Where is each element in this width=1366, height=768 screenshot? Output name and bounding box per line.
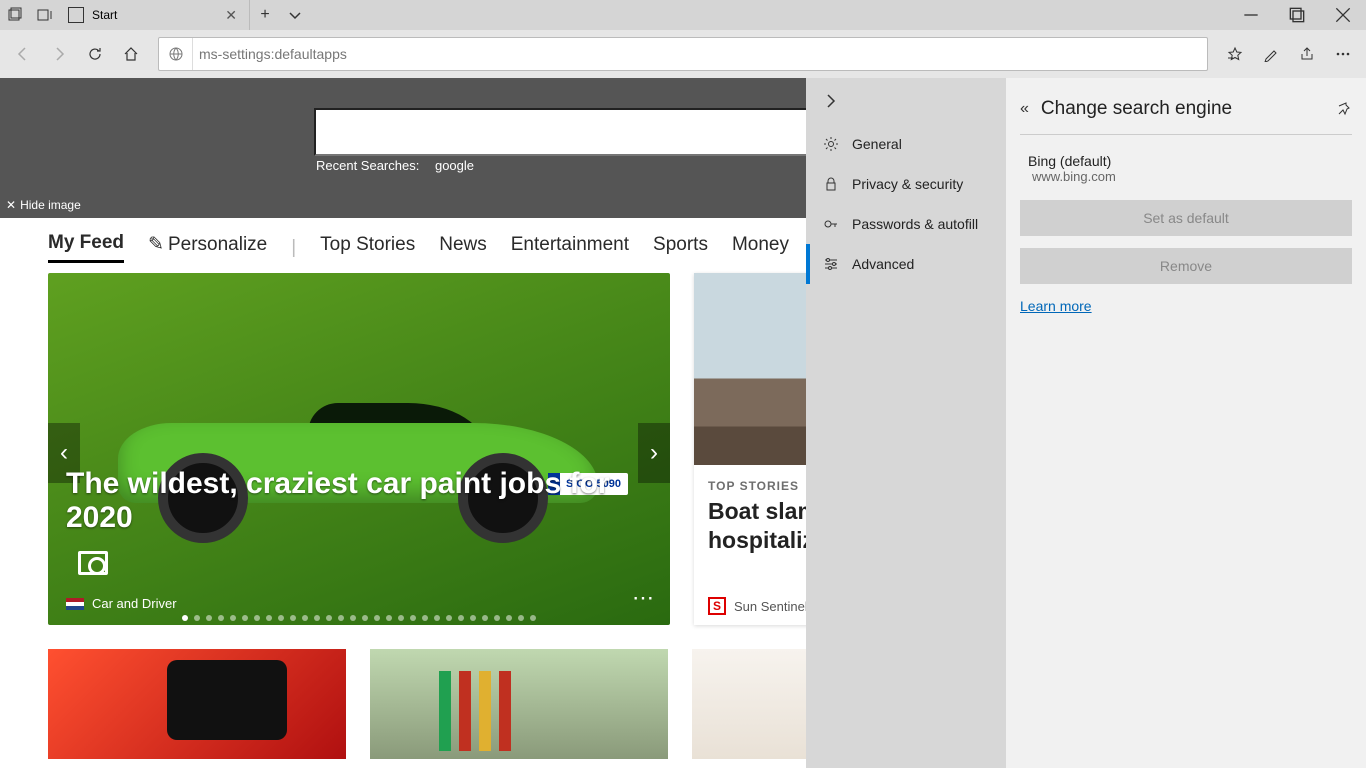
feature-headline: The wildest, craziest car paint jobs for…: [66, 467, 670, 535]
feature-card[interactable]: S GO 5090 ‹ › The wildest, craziest car …: [48, 273, 670, 625]
settings-item-passwords[interactable]: Passwords & autofill: [806, 204, 1006, 244]
source-icon: S: [708, 597, 726, 615]
favorites-button[interactable]: [1218, 37, 1252, 71]
toolbar: ms-settings:defaultapps: [0, 30, 1366, 78]
thumb-card[interactable]: [48, 649, 346, 759]
pencil-icon: ✎: [148, 234, 164, 255]
settings-detail-panel: « Change search engine Bing (default) ww…: [1006, 78, 1366, 768]
recent-label: Recent Searches:: [316, 158, 419, 173]
nav-separator: |: [291, 237, 296, 259]
titlebar: Start ✕ +: [0, 0, 1366, 30]
key-icon: [822, 216, 840, 232]
new-tab-button[interactable]: +: [250, 0, 280, 30]
lock-icon: [822, 176, 840, 192]
share-button[interactable]: [1290, 37, 1324, 71]
site-info-icon[interactable]: [159, 38, 193, 70]
remove-button: Remove: [1020, 248, 1352, 284]
tab-actions-icon[interactable]: [0, 0, 30, 30]
camera-icon: [78, 551, 108, 575]
engine-name: Bing (default): [1028, 153, 1344, 169]
window-close-button[interactable]: [1320, 0, 1366, 30]
menu-button[interactable]: [1326, 37, 1360, 71]
tab-top-stories[interactable]: Top Stories: [320, 234, 415, 262]
sliders-icon: [822, 256, 840, 272]
settings-item-privacy[interactable]: Privacy & security: [806, 164, 1006, 204]
tab-my-feed[interactable]: My Feed: [48, 232, 124, 263]
nav-forward-button[interactable]: [42, 37, 76, 71]
feature-source: Car and Driver: [66, 596, 177, 611]
panel-back-button[interactable]: «: [1020, 100, 1029, 118]
tab-news[interactable]: News: [439, 234, 487, 262]
notes-button[interactable]: [1254, 37, 1288, 71]
card-more-icon[interactable]: ⋯: [632, 585, 656, 611]
pin-icon[interactable]: [1336, 100, 1352, 119]
browser-tab[interactable]: Start ✕: [60, 0, 250, 30]
url-bar[interactable]: ms-settings:defaultapps: [158, 37, 1208, 71]
settings-back-button[interactable]: [806, 78, 1006, 124]
tab-sports[interactable]: Sports: [653, 234, 708, 262]
tab-entertainment[interactable]: Entertainment: [511, 234, 629, 262]
url-text: ms-settings:defaultapps: [193, 46, 1207, 62]
tab-close-icon[interactable]: ✕: [221, 7, 241, 24]
hide-image-button[interactable]: ✕ Hide image: [6, 198, 81, 212]
search-engine-entry[interactable]: Bing (default) www.bing.com: [1020, 149, 1352, 188]
nav-back-button[interactable]: [6, 37, 40, 71]
set-default-button: Set as default: [1020, 200, 1352, 236]
carousel-dots: [48, 615, 670, 621]
gear-icon: [822, 136, 840, 152]
settings-categories-panel: General Privacy & security Passwords & a…: [806, 78, 1006, 768]
window-minimize-button[interactable]: [1228, 0, 1274, 30]
recent-searches: Recent Searches: google: [316, 158, 474, 173]
window-maximize-button[interactable]: [1274, 0, 1320, 30]
page-content: Recent Searches: google ✕ Hide image My …: [0, 78, 1366, 768]
tab-title: Start: [92, 8, 221, 22]
thumb-card[interactable]: [370, 649, 668, 759]
home-button[interactable]: [114, 37, 148, 71]
tab-favicon-icon: [68, 7, 84, 23]
engine-url: www.bing.com: [1032, 169, 1344, 184]
panel-title: Change search engine: [1041, 98, 1324, 120]
set-aside-icon[interactable]: [30, 0, 60, 30]
flag-icon: [66, 598, 84, 610]
settings-item-advanced[interactable]: Advanced: [806, 244, 1006, 284]
settings-item-general[interactable]: General: [806, 124, 1006, 164]
tab-money[interactable]: Money: [732, 234, 789, 262]
refresh-button[interactable]: [78, 37, 112, 71]
close-icon: ✕: [6, 198, 16, 212]
tab-dropdown-icon[interactable]: [280, 0, 310, 30]
recent-query[interactable]: google: [435, 158, 474, 173]
tab-personalize[interactable]: ✎Personalize: [148, 233, 267, 262]
learn-more-link[interactable]: Learn more: [1020, 298, 1092, 314]
